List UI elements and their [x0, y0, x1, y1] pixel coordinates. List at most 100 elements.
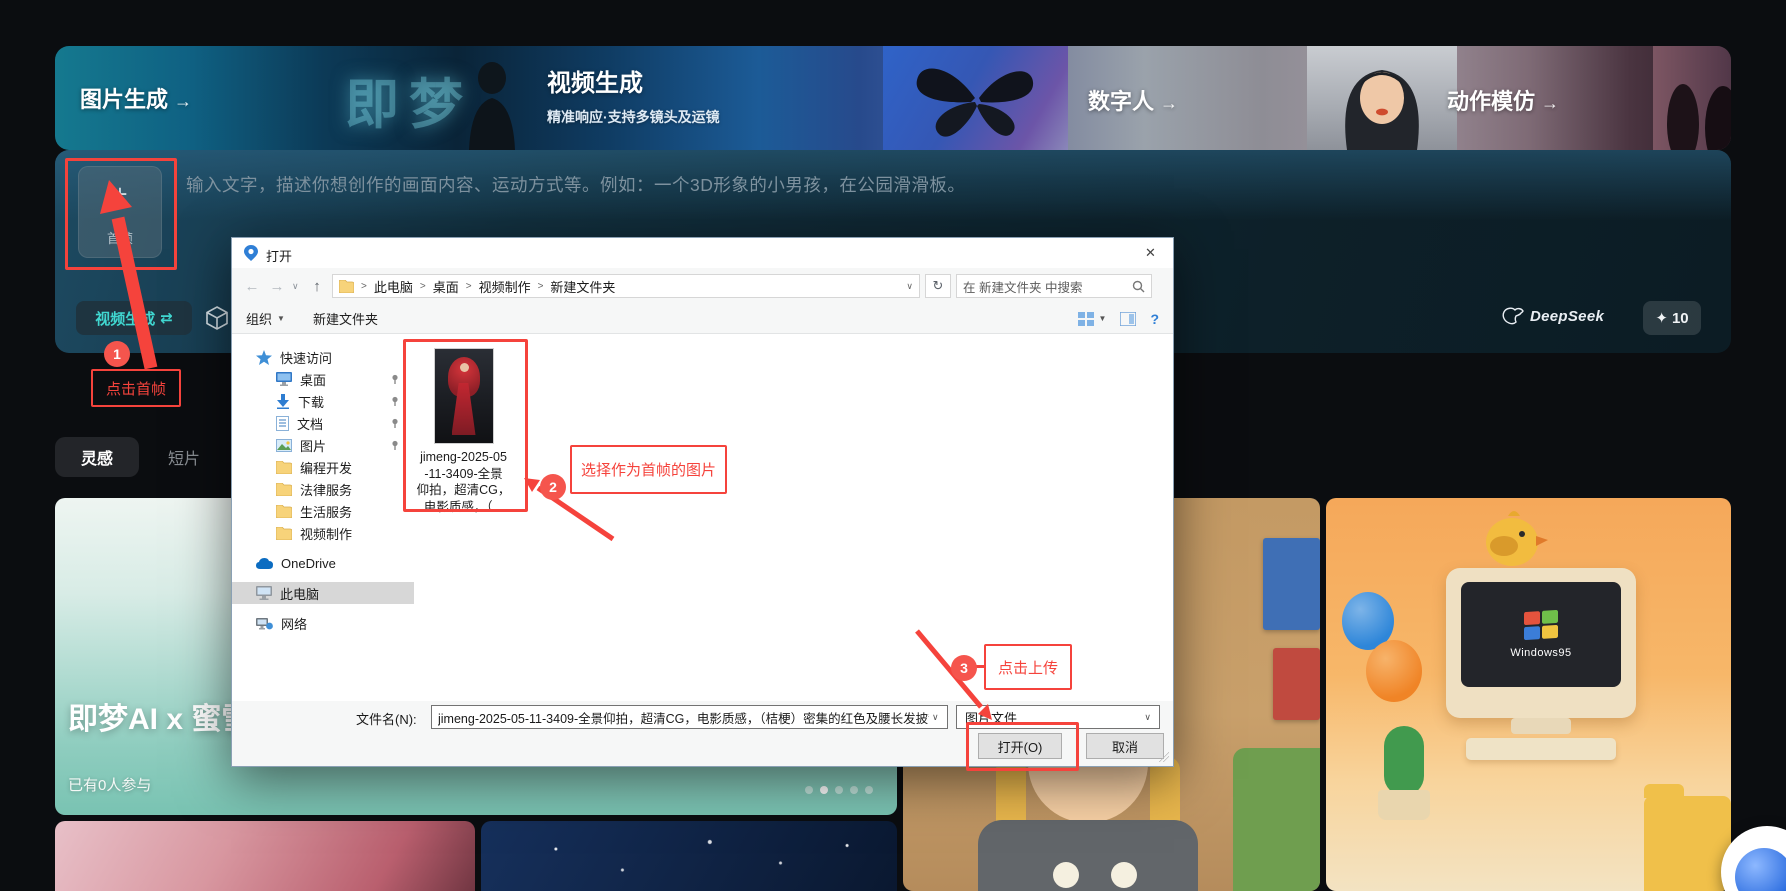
- sidebar-item-folder-coding[interactable]: 编程开发: [232, 456, 414, 478]
- breadcrumb-item-video-production[interactable]: 视频制作: [479, 277, 531, 296]
- dot[interactable]: [865, 786, 873, 794]
- cube-icon[interactable]: [202, 303, 232, 333]
- resize-grip[interactable]: [1159, 752, 1169, 762]
- banner-figures-image: [1653, 46, 1731, 150]
- hero-banner: 即梦: [55, 46, 1731, 150]
- prompt-input[interactable]: 输入文字，描述你想创作的画面内容、运动方式等。例如：一个3D形象的小男孩，在公园…: [186, 172, 1286, 197]
- thumbnails-view-icon: [1078, 312, 1094, 326]
- step3-badge: 3: [951, 655, 977, 681]
- sidebar-item-folder-video-production[interactable]: 视频制作: [232, 522, 414, 544]
- toolbar-view-controls: ▼ ?: [1078, 311, 1159, 327]
- banner-girl-portrait: [1307, 46, 1457, 150]
- content-card-pink[interactable]: [55, 821, 475, 891]
- dot[interactable]: [835, 786, 843, 794]
- sidebar-item-onedrive[interactable]: OneDrive: [232, 552, 414, 574]
- dialog-title: 打开: [266, 246, 292, 265]
- refresh-icon[interactable]: ↻: [925, 274, 951, 298]
- credits-button[interactable]: ✦ 10: [1643, 301, 1701, 335]
- dot-active[interactable]: [820, 786, 828, 794]
- banner-link-video-gen[interactable]: 视频生成 精准响应·支持多镜头及运镜: [547, 63, 720, 127]
- search-input[interactable]: 在 新建文件夹 中搜索: [956, 274, 1152, 298]
- step2-badge: 2: [540, 474, 566, 500]
- breadcrumb[interactable]: > 此电脑 > 桌面 > 视频制作 > 新建文件夹 ∨: [332, 274, 920, 298]
- sidebar-item-this-pc[interactable]: 此电脑: [232, 582, 414, 604]
- preview-pane-button[interactable]: [1120, 312, 1136, 326]
- onedrive-cloud-icon: [256, 558, 273, 569]
- dialog-nav-bar: ← → ∨ ↑ > 此电脑 > 桌面 > 视频制作 > 新建文件夹 ∨ ↻ 在 …: [232, 268, 1173, 304]
- caret-down-icon: ▼: [1099, 314, 1107, 323]
- deepseek-whale-icon: [1502, 307, 1524, 325]
- star-icon: [256, 350, 272, 365]
- tab-shorts[interactable]: 短片: [153, 437, 215, 477]
- retro-monitor: Windows95: [1446, 568, 1636, 718]
- back-icon[interactable]: ←: [242, 278, 262, 295]
- plant-decor: [1233, 748, 1320, 891]
- close-icon[interactable]: ✕: [1128, 238, 1173, 268]
- organize-button[interactable]: 组织 ▼: [246, 309, 285, 328]
- step1-badge: 1: [104, 341, 130, 367]
- banner-link-motion-mimic[interactable]: 动作模仿→: [1447, 84, 1559, 116]
- dialog-titlebar[interactable]: 打开 ✕: [232, 238, 1173, 268]
- cactus-pot: [1378, 790, 1430, 820]
- banner-video-gen-subtitle: 精准响应·支持多镜头及运镜: [547, 107, 720, 127]
- balloon-orange: [1366, 640, 1422, 702]
- folder-icon: [276, 483, 292, 496]
- breadcrumb-separator: >: [420, 281, 426, 292]
- windows-flag-icon: [1524, 609, 1558, 641]
- card-title: 即梦AI x 蜜雪: [68, 694, 251, 738]
- change-view-button[interactable]: ▼: [1078, 312, 1107, 326]
- filename-label: 文件名(N):: [356, 709, 417, 728]
- sidebar-item-pictures[interactable]: 图片: [232, 434, 414, 456]
- step1-label: 点击首帧: [91, 369, 181, 407]
- pictures-icon: [276, 439, 292, 452]
- breadcrumb-separator: >: [466, 281, 472, 292]
- dialog-sidebar: 快速访问 桌面 下载: [232, 334, 414, 701]
- dot[interactable]: [805, 786, 813, 794]
- folder-icon: [276, 527, 292, 540]
- banner-link-image-gen[interactable]: 图片生成→: [80, 82, 192, 114]
- new-folder-button[interactable]: 新建文件夹: [313, 309, 378, 328]
- up-icon[interactable]: ↑: [307, 278, 327, 295]
- search-icon: [1132, 280, 1145, 293]
- chevron-down-icon: ∨: [1144, 712, 1151, 723]
- content-card-retro-computer[interactable]: Windows95: [1326, 498, 1731, 891]
- forward-icon[interactable]: →: [267, 278, 287, 295]
- keyboard: [1466, 738, 1616, 760]
- folder-icon: [276, 505, 292, 518]
- page: 即梦: [0, 0, 1786, 891]
- breadcrumb-item-this-pc[interactable]: 此电脑: [374, 277, 413, 296]
- breadcrumb-item-new-folder[interactable]: 新建文件夹: [550, 277, 615, 296]
- dot[interactable]: [850, 786, 858, 794]
- banner-video-gen-title: 视频生成: [547, 63, 720, 98]
- banner-link-digital-human[interactable]: 数字人→: [1088, 84, 1178, 116]
- cancel-button[interactable]: 取消: [1086, 733, 1164, 759]
- breadcrumb-item-desktop[interactable]: 桌面: [433, 277, 459, 296]
- arrow-right-icon: →: [1160, 93, 1178, 113]
- sidebar-item-quick-access[interactable]: 快速访问: [232, 346, 414, 368]
- sidebar-item-folder-life[interactable]: 生活服务: [232, 500, 414, 522]
- breadcrumb-separator: >: [361, 281, 367, 292]
- sidebar-item-downloads[interactable]: 下载: [232, 390, 414, 412]
- help-icon[interactable]: ?: [1150, 311, 1159, 327]
- spark-icon: ✦: [1655, 309, 1668, 327]
- cactus-decor: [1384, 726, 1424, 796]
- chat-widget-globe: [1735, 848, 1786, 891]
- pin-icon: [390, 396, 400, 406]
- sidebar-item-network[interactable]: 网络: [232, 612, 414, 634]
- content-card-starry-night[interactable]: [481, 821, 897, 891]
- sidebar-item-folder-legal[interactable]: 法律服务: [232, 478, 414, 500]
- tab-inspiration[interactable]: 灵感: [55, 437, 139, 477]
- step2-highlight-box: [403, 339, 528, 512]
- video-gen-mode-button[interactable]: 视频生成 ⇄: [76, 301, 192, 335]
- filename-dropdown-icon[interactable]: ∨: [932, 712, 939, 723]
- carousel-dots[interactable]: [805, 786, 873, 794]
- folder-icon: [339, 280, 354, 293]
- address-dropdown-icon[interactable]: ∨: [906, 281, 913, 292]
- sidebar-item-documents[interactable]: 文档: [232, 412, 414, 434]
- sidebar-item-desktop[interactable]: 桌面: [232, 368, 414, 390]
- folder-icon: [276, 461, 292, 474]
- dialog-toolbar: 组织 ▼ 新建文件夹 ▼: [232, 304, 1173, 334]
- filename-input[interactable]: [431, 705, 948, 729]
- history-chevron-icon[interactable]: ∨: [292, 281, 302, 292]
- deepseek-logo: DeepSeek: [1502, 307, 1604, 325]
